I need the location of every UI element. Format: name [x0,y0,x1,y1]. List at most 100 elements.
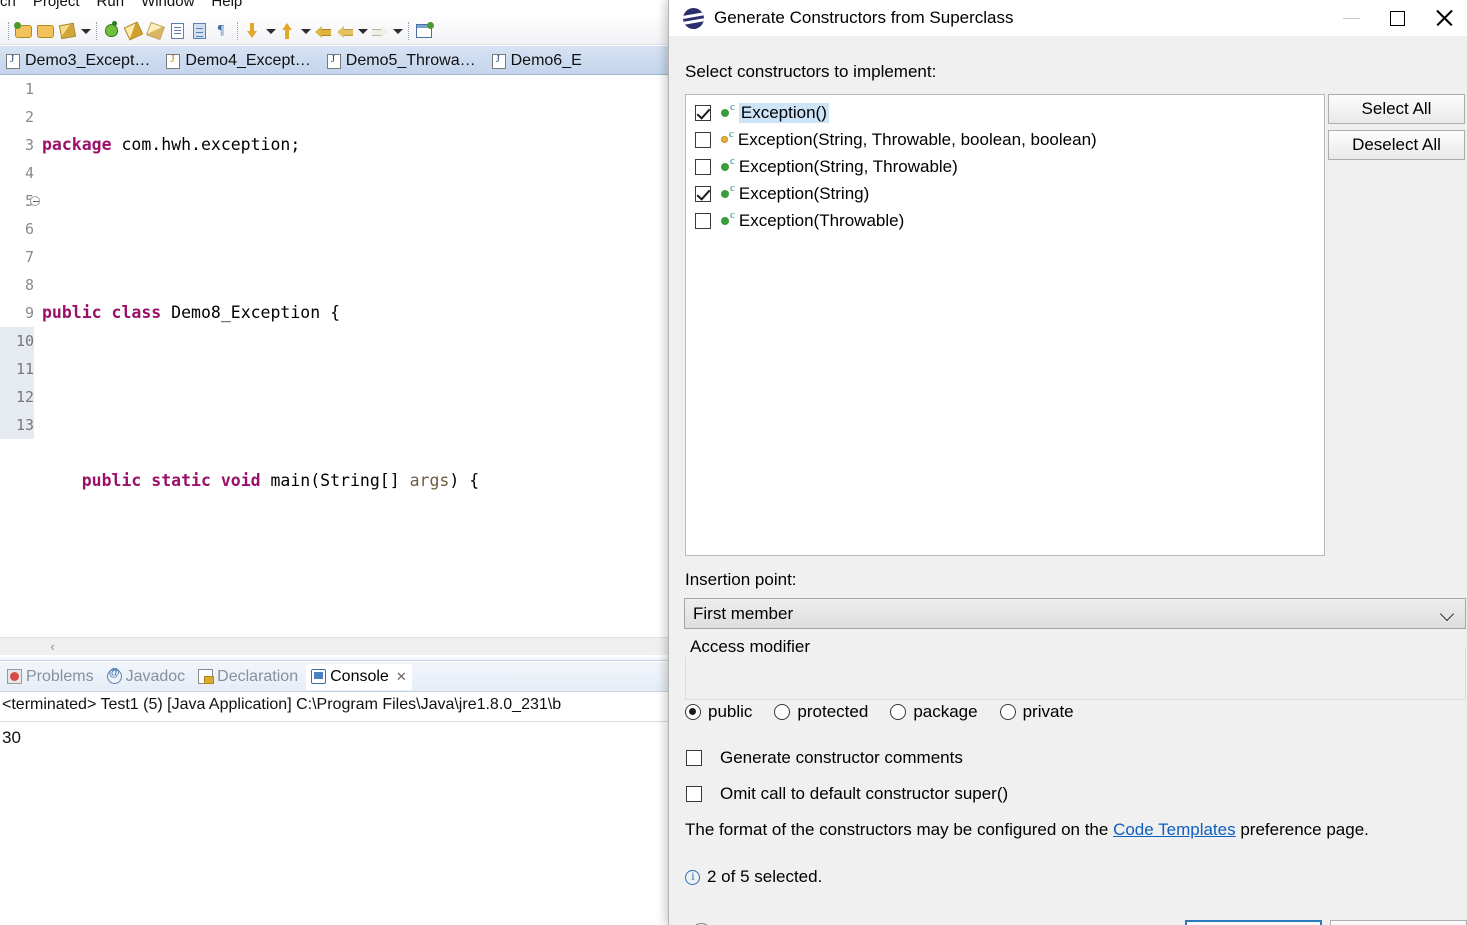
select-all-button[interactable]: Select All [1328,94,1465,124]
constructor-checkbox[interactable] [695,158,711,175]
open-type-icon[interactable] [167,20,189,42]
radio-protected[interactable]: protected [774,702,868,722]
console-tab-bar: Problems Javadoc Declaration Console ✕ [0,662,680,692]
debug-icon[interactable] [101,20,123,42]
code-editor[interactable]: 1 2 3 4 5 6 7 8 9 10 11 12 13 package co… [0,75,680,637]
constructor-marker: c [730,101,735,113]
external-tools-icon[interactable] [145,20,167,42]
constructor-marker: c [730,182,735,194]
close-button[interactable] [1421,0,1467,36]
chevron-down-icon[interactable] [1442,609,1453,620]
minimize-button[interactable] [1329,0,1375,36]
eclipse-logo-icon [683,7,704,29]
tab-label: Javadoc [125,667,186,685]
menu-item-run[interactable]: Run [97,0,125,10]
chevron-down-icon[interactable] [356,21,369,41]
omit-super-checkbox[interactable] [686,786,702,802]
console-icon [311,669,327,684]
public-member-icon [721,216,729,225]
public-member-icon [721,108,729,117]
line-number: 7 [24,248,34,266]
chevron-down-icon[interactable] [391,21,404,41]
radio-package[interactable]: package [890,702,978,722]
problems-icon [7,669,22,684]
radio-button[interactable] [890,704,907,720]
radio-label: protected [797,702,869,721]
tab-declaration[interactable]: Declaration [193,664,303,690]
select-constructors-label: Select constructors to implement: [685,62,937,81]
chevron-down-icon[interactable] [264,21,277,41]
editor-horizontal-scrollbar[interactable]: ‹ [0,637,680,655]
radio-button[interactable] [999,704,1016,720]
tab-problems[interactable]: Problems [2,664,99,690]
javadoc-icon [106,667,122,684]
previous-annotation-icon[interactable] [277,20,299,42]
constructor-checkbox[interactable] [695,212,711,229]
cancel-button[interactable]: Cancel [1330,920,1467,925]
java-file-icon [6,53,20,69]
dialog-title-bar[interactable]: Generate Constructors from Superclass [669,0,1467,36]
constructor-checkbox[interactable] [695,185,711,202]
open-folder-icon[interactable] [35,20,57,42]
new-wizard-icon[interactable] [13,20,35,42]
pilcrow-icon[interactable]: ¶ [211,20,233,42]
main-toolbar: ¶ [0,17,680,45]
line-number: 13 [0,411,34,439]
list-item[interactable]: c Exception(Throwable) [686,207,1324,234]
editor-tab-demo6[interactable]: Demo6_E [486,48,592,74]
constructor-checkbox[interactable] [695,131,711,148]
constructors-list[interactable]: c Exception() c Exception(String, Throwa… [685,94,1325,556]
radio-public[interactable]: public [685,702,752,722]
tab-javadoc[interactable]: Javadoc [102,664,191,690]
generate-comments-checkbox-row[interactable]: Generate constructor comments [686,748,963,768]
edit-pen-icon[interactable] [57,20,79,42]
list-item[interactable]: c Exception() [686,99,1324,126]
deselect-all-button[interactable]: Deselect All [1328,130,1465,160]
declaration-icon [198,669,215,684]
protected-member-icon [721,136,728,143]
tab-label: Problems [26,667,94,685]
public-member-icon [721,162,729,171]
line-number: 4 [24,164,34,182]
next-annotation-icon[interactable] [242,20,264,42]
editor-tab-demo4[interactable]: Demo4_Except… [160,48,320,74]
constructor-marker: c [729,128,734,140]
radio-private[interactable]: private [999,702,1074,722]
new-window-icon[interactable] [413,20,435,42]
close-icon[interactable]: ✕ [396,669,407,685]
constructor-checkbox[interactable] [695,104,711,121]
generate-button[interactable]: Generate [1185,920,1322,925]
back-icon[interactable] [312,20,334,42]
run-icon[interactable] [123,20,145,42]
line-number: 3 [24,136,34,154]
editor-tab-demo3[interactable]: Demo3_Except… [0,48,160,74]
maximize-button[interactable] [1375,0,1421,36]
omit-super-checkbox-row[interactable]: Omit call to default constructor super() [686,784,1008,804]
radio-label: public [708,702,753,721]
menu-item-search[interactable]: ch [0,0,16,10]
constructor-label: Exception(String, Throwable) [738,156,958,176]
code-content[interactable]: package com.hwh.exception; public class … [38,75,680,637]
generate-comments-checkbox[interactable] [686,750,702,766]
code-templates-link[interactable]: Code Templates [1113,820,1236,839]
chevron-down-icon[interactable] [299,21,312,41]
radio-button[interactable] [774,704,791,720]
radio-button[interactable] [685,704,701,720]
list-item[interactable]: c Exception(String, Throwable, boolean, … [686,126,1324,153]
constructor-label: Exception(String, Throwable, boolean, bo… [737,129,1097,149]
editor-tab-demo5[interactable]: Demo5_Throwa… [321,48,486,74]
list-item[interactable]: c Exception(String) [686,180,1324,207]
forward-icon[interactable] [369,20,391,42]
toggle-markup-icon[interactable] [189,20,211,42]
menu-item-help[interactable]: Help [211,0,242,10]
chevron-down-icon[interactable] [79,21,92,41]
menu-item-project[interactable]: Project [33,0,80,10]
insertion-point-select[interactable]: First member [684,598,1466,629]
scroll-left-icon[interactable]: ‹ [44,638,61,656]
menu-item-window[interactable]: Window [141,0,194,10]
list-item[interactable]: c Exception(String, Throwable) [686,153,1324,180]
previous-edit-icon[interactable] [334,20,356,42]
radio-label: private [1022,702,1074,721]
tab-console[interactable]: Console ✕ [306,663,412,690]
